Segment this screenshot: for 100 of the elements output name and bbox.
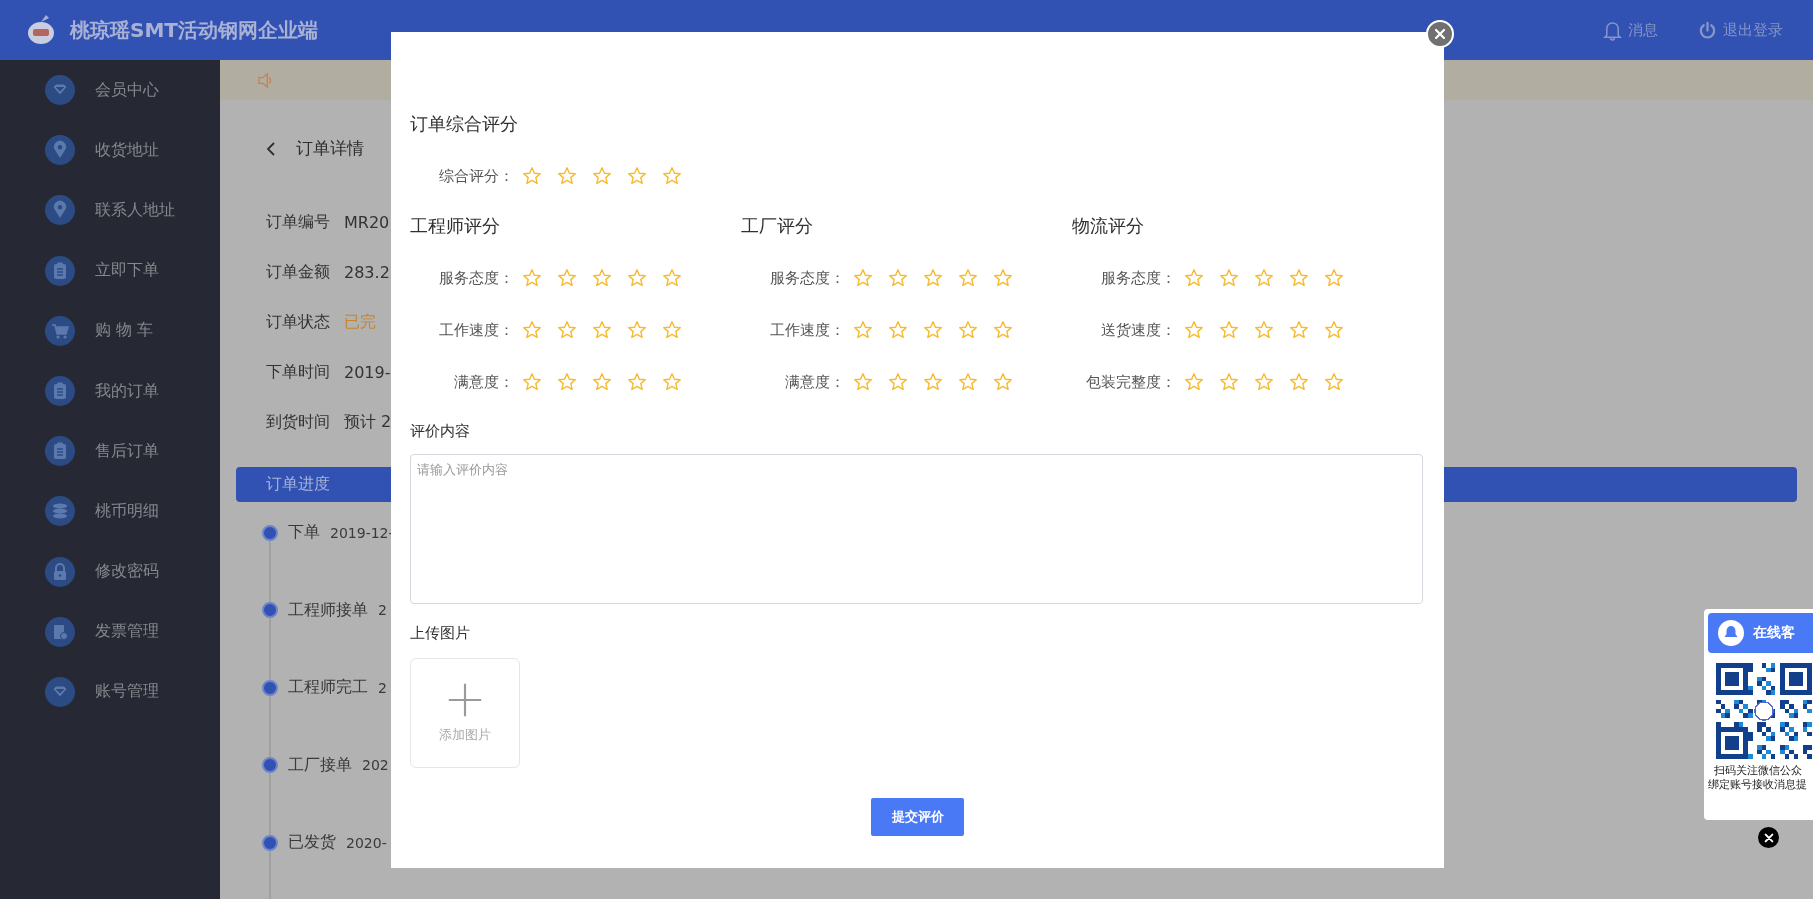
star-icon[interactable] — [993, 320, 1013, 340]
star-rating[interactable] — [522, 268, 682, 288]
star-icon[interactable] — [958, 320, 978, 340]
star-icon[interactable] — [1184, 268, 1204, 288]
star-icon[interactable] — [1219, 320, 1239, 340]
service-header[interactable]: 在线客 — [1708, 613, 1813, 653]
close-icon[interactable] — [1763, 832, 1774, 843]
star-icon[interactable] — [557, 372, 577, 392]
section-title: 物流评分 — [1072, 214, 1145, 238]
sidebar-item[interactable]: 会员中心 — [0, 60, 220, 121]
star-icon[interactable] — [627, 372, 647, 392]
sidebar-item[interactable]: 售后订单 — [0, 421, 220, 482]
star-icon[interactable] — [1184, 372, 1204, 392]
star-icon[interactable] — [993, 372, 1013, 392]
timeline-dot — [262, 757, 278, 774]
star-icon[interactable] — [522, 320, 542, 340]
rating-label: 服务态度： — [769, 268, 846, 288]
sidebar-item[interactable]: 购 物 车 — [0, 300, 220, 361]
star-icon[interactable] — [923, 372, 943, 392]
star-rating[interactable] — [1184, 320, 1344, 340]
star-icon[interactable] — [592, 320, 612, 340]
star-icon[interactable] — [522, 166, 542, 186]
star-icon[interactable] — [853, 372, 873, 392]
clip-icon[interactable] — [45, 436, 75, 467]
star-icon[interactable] — [592, 268, 612, 288]
star-icon[interactable] — [1289, 268, 1309, 288]
star-icon[interactable] — [557, 320, 577, 340]
clip-icon[interactable] — [45, 255, 75, 286]
star-icon[interactable] — [627, 166, 647, 186]
star-rating[interactable] — [853, 320, 1013, 340]
star-icon[interactable] — [522, 268, 542, 288]
star-icon[interactable] — [958, 372, 978, 392]
star-icon[interactable] — [662, 166, 682, 186]
back-icon[interactable] — [266, 140, 276, 157]
sidebar-item[interactable]: 我的订单 — [0, 360, 220, 422]
star-icon[interactable] — [592, 372, 612, 392]
star-icon[interactable] — [1254, 372, 1274, 392]
sidebar-item[interactable]: 立即下单 — [0, 240, 220, 301]
field-label: 到货时间 — [266, 411, 330, 433]
bell-icon[interactable] — [1603, 19, 1622, 41]
plus-icon[interactable] — [447, 682, 483, 718]
step-label: 工厂接单 — [288, 754, 352, 776]
clip-icon[interactable] — [45, 376, 75, 407]
star-icon[interactable] — [888, 320, 908, 340]
star-rating[interactable] — [853, 372, 1013, 392]
sidebar-item[interactable]: 收货地址 — [0, 120, 220, 181]
star-rating[interactable] — [853, 268, 1013, 288]
star-rating[interactable] — [522, 320, 682, 340]
star-rating[interactable] — [522, 372, 682, 392]
star-icon[interactable] — [557, 166, 577, 186]
lock-icon[interactable] — [45, 556, 75, 587]
sidebar-item[interactable]: 桃币明细 — [0, 481, 220, 542]
star-icon[interactable] — [592, 166, 612, 186]
comment-field[interactable]: 请输入评价内容 — [410, 454, 1423, 604]
star-icon[interactable] — [627, 320, 647, 340]
star-icon[interactable] — [662, 372, 682, 392]
star-icon[interactable] — [888, 372, 908, 392]
star-icon[interactable] — [1254, 268, 1274, 288]
star-icon[interactable] — [1324, 268, 1344, 288]
star-icon[interactable] — [1289, 372, 1309, 392]
star-rating[interactable] — [1184, 372, 1344, 392]
star-icon[interactable] — [958, 268, 978, 288]
close-button[interactable] — [1758, 827, 1779, 848]
sidebar-item[interactable]: 账号管理 — [0, 661, 220, 723]
pin-icon[interactable] — [45, 135, 75, 166]
submit-button[interactable]: 提交评价 — [871, 798, 964, 836]
star-icon[interactable] — [853, 268, 873, 288]
star-icon[interactable] — [1324, 320, 1344, 340]
star-icon[interactable] — [888, 268, 908, 288]
star-icon[interactable] — [1219, 268, 1239, 288]
star-icon[interactable] — [1324, 372, 1344, 392]
star-icon[interactable] — [993, 268, 1013, 288]
power-icon[interactable] — [1698, 20, 1717, 40]
star-rating[interactable] — [522, 166, 682, 186]
star-rating[interactable] — [1184, 268, 1344, 288]
logout-link[interactable]: 退出登录 — [1698, 19, 1783, 41]
add-image-button[interactable]: 添加图片 — [410, 658, 520, 768]
field-value: 预计 2 — [344, 411, 392, 433]
star-icon[interactable] — [627, 268, 647, 288]
star-icon[interactable] — [853, 320, 873, 340]
star-icon[interactable] — [1289, 320, 1309, 340]
star-icon[interactable] — [1254, 320, 1274, 340]
cart-icon[interactable] — [45, 315, 75, 346]
star-icon[interactable] — [557, 268, 577, 288]
field-label: 下单时间 — [266, 361, 330, 383]
star-icon[interactable] — [923, 320, 943, 340]
sidebar-item[interactable]: 发票管理 — [0, 601, 220, 662]
invoice-icon[interactable] — [45, 616, 75, 647]
star-icon[interactable] — [1219, 372, 1239, 392]
messages-link[interactable]: 消息 — [1603, 19, 1658, 41]
star-icon[interactable] — [662, 320, 682, 340]
coins-icon[interactable] — [45, 496, 75, 527]
star-icon[interactable] — [522, 372, 542, 392]
star-icon[interactable] — [662, 268, 682, 288]
star-icon[interactable] — [923, 268, 943, 288]
rating-label: 工作速度： — [438, 320, 515, 340]
star-icon[interactable] — [1184, 320, 1204, 340]
sidebar-item[interactable]: 联系人地址 — [0, 180, 220, 241]
sidebar-item[interactable]: 修改密码 — [0, 541, 220, 602]
pin-icon[interactable] — [45, 195, 75, 226]
